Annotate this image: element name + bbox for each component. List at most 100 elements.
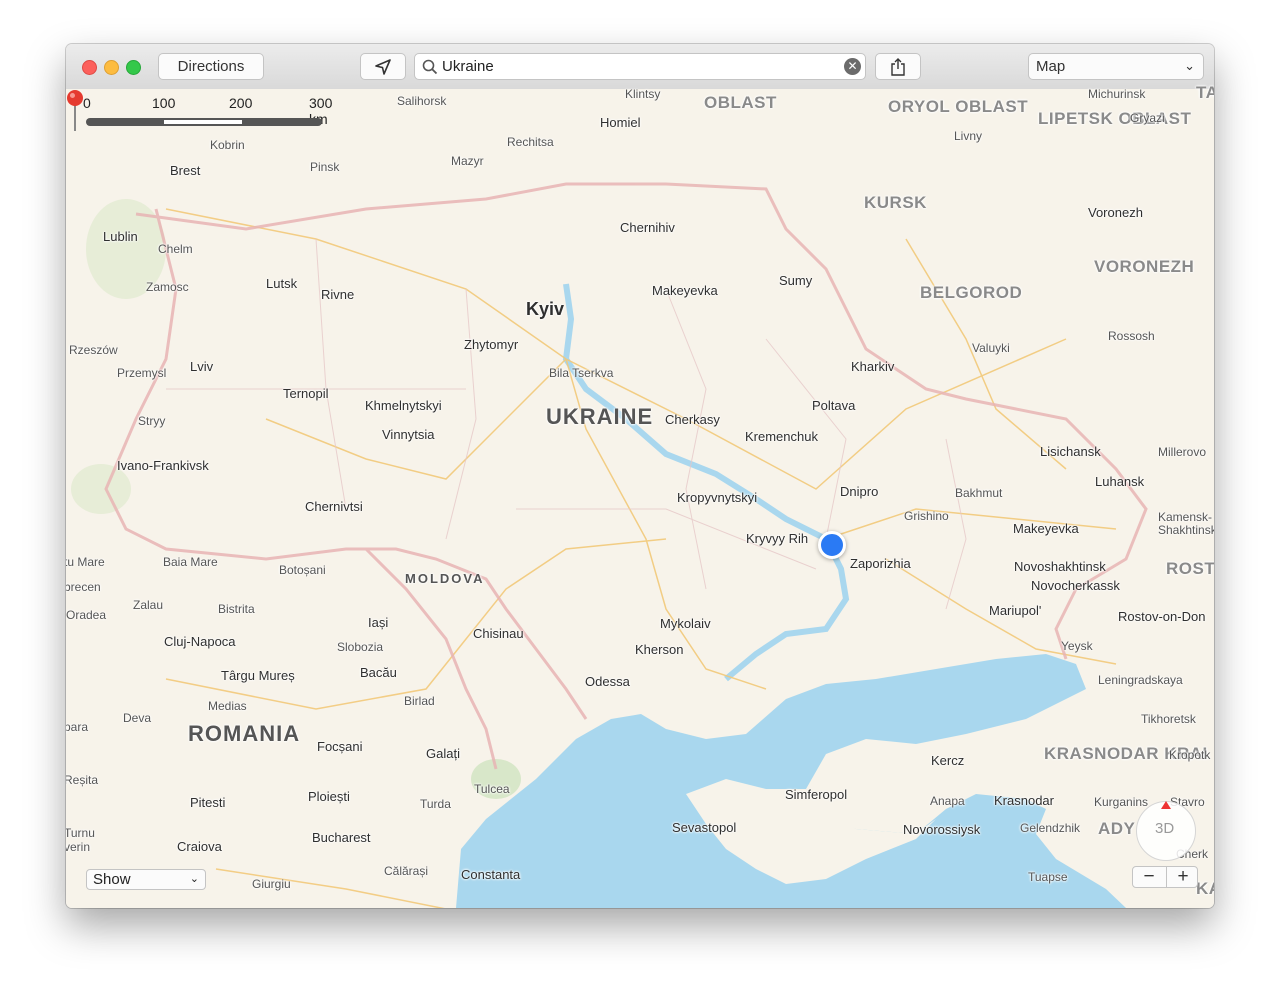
city-label: Mykolaiv [660, 616, 711, 631]
three-d-label: 3D [1155, 820, 1175, 837]
city-label: Bistrita [218, 602, 255, 616]
show-popup-button[interactable]: Show ⌄ [86, 869, 206, 890]
city-label: Turda [420, 797, 451, 811]
minimize-window-button[interactable] [104, 60, 119, 75]
city-label: Rzeszów [69, 343, 118, 357]
city-label: TAM [1196, 83, 1214, 102]
city-label: Brest [170, 163, 201, 178]
city-label: Novocherkassk [1031, 578, 1120, 593]
city-label: Zamosc [146, 280, 189, 294]
city-label: Cluj-Napoca [164, 634, 236, 649]
city-label: Grishino [904, 509, 949, 523]
city-label: Luhansk [1095, 474, 1145, 489]
city-label: Makeyevka [1013, 521, 1079, 536]
zoom-out-button[interactable]: − [1133, 866, 1165, 888]
zoom-in-button[interactable]: + [1166, 866, 1199, 887]
region-label: ADY [1098, 819, 1136, 838]
city-label: para [66, 720, 89, 734]
city-label: Tulcea [474, 782, 510, 796]
city-label: Lublin [103, 229, 138, 244]
region-label: ROSTO OBLA [1166, 559, 1214, 578]
toolbar: Directions Ukraine ✕ Map ⌄ [66, 44, 1214, 90]
city-label: Krasnodar [994, 793, 1054, 808]
city-label: Kamensk-Shakhtinsk [1158, 510, 1214, 537]
city-label: Vinnytsia [382, 427, 435, 442]
city-label: Stryy [138, 414, 166, 428]
chevron-down-icon: ⌄ [189, 873, 199, 885]
city-label: Lisichansk [1040, 444, 1101, 459]
map-type-value: Map [1036, 58, 1066, 75]
city-label: Chernivtsi [305, 499, 363, 514]
location-pin-icon[interactable] [66, 89, 84, 133]
city-label: Giurgiu [252, 877, 291, 891]
compass-north-icon [1161, 801, 1171, 809]
city-label: Pitesti [190, 795, 226, 810]
city-label: Makeyevka [652, 283, 718, 298]
search-icon [422, 59, 438, 75]
city-label: Reșita [66, 773, 99, 787]
region-label: KURSK [864, 193, 927, 212]
city-label: Bila Tserkva [549, 366, 614, 380]
city-label: Bacău [360, 665, 397, 680]
scale-bar-graphic [86, 118, 322, 126]
country-label-romania: ROMANIA [188, 721, 301, 746]
city-label: Valuyki [972, 341, 1010, 355]
search-value: Ukraine [442, 58, 494, 75]
city-label: Salihorsk [397, 94, 447, 108]
city-label: Khmelnytskyi [365, 398, 442, 413]
city-label: Slobozia [337, 640, 384, 654]
current-location-button[interactable] [360, 53, 406, 80]
city-label: Novorossiysk [903, 822, 981, 837]
city-label: Kobrin [210, 138, 245, 152]
region-label: LIPETSK OBLAST [1038, 109, 1192, 128]
city-label: Kremenchuk [745, 429, 818, 444]
city-label: Livny [954, 129, 983, 143]
city-label: Yeysk [1061, 639, 1093, 653]
map-background [66, 89, 1214, 908]
city-label: Ploiești [308, 789, 350, 804]
city-label: brecen [66, 580, 101, 594]
city-label: Iași [368, 615, 389, 630]
city-label: Rostov-on-Don [1118, 609, 1206, 624]
city-label: Târgu Mureș [221, 668, 295, 683]
city-label: Craiova [177, 839, 222, 854]
city-label: Tikhoretsk [1141, 712, 1196, 726]
city-label: Michurinsk [1088, 87, 1146, 101]
city-label: Cherkasy [665, 412, 720, 427]
city-label: Pinsk [310, 160, 340, 174]
close-window-button[interactable] [82, 60, 97, 75]
city-label: Rivne [321, 287, 355, 302]
country-label-moldova: MOLDOVA [405, 571, 485, 586]
city-label: Lutsk [266, 276, 298, 291]
city-label: Gelendzhik [1020, 821, 1081, 835]
scale-label-100: 100 [152, 95, 176, 111]
city-label: Kryvyy Rih [746, 531, 809, 546]
city-label: Chernihiv [620, 220, 675, 235]
map-type-select[interactable]: Map ⌄ [1028, 53, 1204, 80]
city-label: Novoshakhtinsk [1014, 559, 1106, 574]
map-canvas[interactable]: 0 100 200 300 km OBLAST ORYOL OBLAST LIP… [66, 83, 1214, 908]
city-label: tu Mare [66, 555, 105, 569]
city-label: Simferopol [785, 787, 848, 802]
search-input[interactable]: Ukraine ✕ [414, 53, 866, 80]
city-label: Leningradskaya [1098, 673, 1183, 687]
region-label: BELGOROD [920, 283, 1023, 302]
city-label: Anapa [930, 794, 965, 808]
city-label: Poltava [812, 398, 856, 413]
city-label-kyiv: Kyiv [526, 299, 565, 319]
zoom-window-button[interactable] [126, 60, 141, 75]
clear-icon[interactable]: ✕ [844, 58, 861, 75]
directions-button[interactable]: Directions [158, 53, 264, 80]
city-label: Tuapse [1028, 870, 1068, 884]
city-label-dnipro: Dnipro [840, 484, 879, 499]
city-label: Kropotk [1169, 748, 1211, 762]
city-label: Lviv [190, 359, 214, 374]
compass-3d-button[interactable]: 3D [1136, 801, 1196, 861]
city-label: Kercz [931, 753, 965, 768]
current-location-dot [818, 531, 846, 559]
share-button[interactable] [875, 53, 921, 80]
city-label: Przemysl [117, 366, 167, 380]
city-label: Klintsy [625, 87, 661, 101]
city-label: verin [66, 840, 91, 854]
city-label: Gryazi [1130, 111, 1165, 125]
